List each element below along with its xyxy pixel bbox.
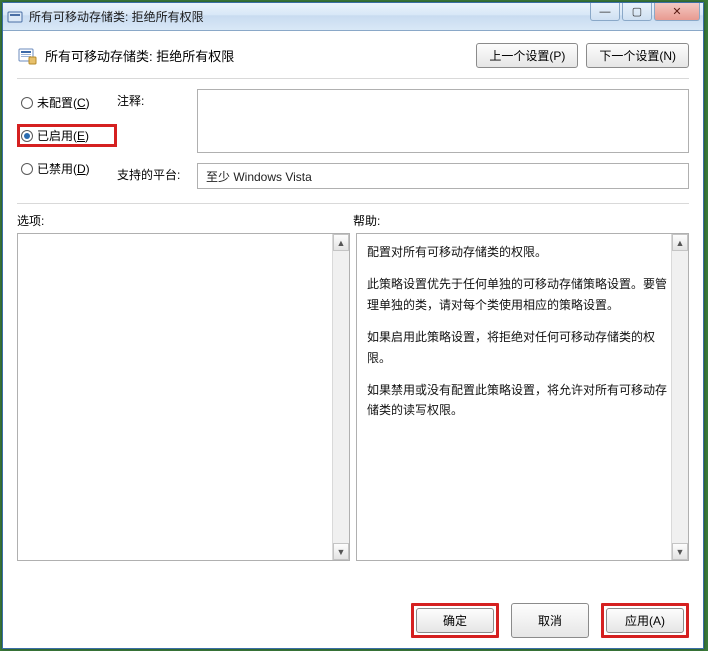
help-paragraph: 如果禁用或没有配置此策略设置，将允许对所有可移动存储类的读写权限。 — [367, 380, 667, 421]
divider — [17, 78, 689, 79]
options-content[interactable] — [18, 234, 332, 560]
scroll-down-icon[interactable]: ▼ — [672, 543, 688, 560]
radio-label: 已禁用(D) — [37, 160, 90, 177]
close-button[interactable]: ✕ — [654, 3, 700, 21]
options-label: 选项: — [17, 212, 353, 229]
maximize-button[interactable]: ▢ — [622, 3, 652, 21]
help-paragraph: 此策略设置优先于任何单独的可移动存储策略设置。要管理单独的类，请对每个类使用相应… — [367, 274, 667, 315]
help-content: 配置对所有可移动存储类的权限。 此策略设置优先于任何单独的可移动存储策略设置。要… — [357, 234, 671, 560]
policy-icon — [17, 46, 37, 66]
help-paragraph: 配置对所有可移动存储类的权限。 — [367, 242, 667, 262]
window-title: 所有可移动存储类: 拒绝所有权限 — [29, 8, 204, 25]
radio-disabled[interactable]: 已禁用(D) — [17, 157, 117, 180]
scroll-down-icon[interactable]: ▼ — [333, 543, 349, 560]
platform-label: 支持的平台: — [117, 163, 187, 183]
header-row: 所有可移动存储类: 拒绝所有权限 上一个设置(P) 下一个设置(N) — [17, 43, 689, 68]
minimize-button[interactable]: — — [590, 3, 620, 21]
radio-dot-icon — [21, 97, 33, 109]
comment-textarea[interactable] — [197, 89, 689, 153]
footer-buttons: 确定 取消 应用(A) — [17, 593, 689, 638]
help-paragraph: 如果启用此策略设置，将拒绝对任何可移动存储类的权限。 — [367, 327, 667, 368]
config-row: 未配置(C) 已启用(E) 已禁用(D) — [17, 89, 689, 189]
radio-label: 未配置(C) — [37, 94, 90, 111]
ok-highlight: 确定 — [411, 603, 499, 638]
panel-labels: 选项: 帮助: — [17, 212, 689, 229]
radio-dot-icon — [21, 130, 33, 142]
help-scrollbar[interactable]: ▲ ▼ — [671, 234, 688, 560]
content-area: 所有可移动存储类: 拒绝所有权限 上一个设置(P) 下一个设置(N) 未配置(C… — [3, 31, 703, 648]
divider — [17, 203, 689, 204]
comment-label: 注释: — [117, 89, 187, 109]
radio-label: 已启用(E) — [37, 127, 89, 144]
options-panel: ▲ ▼ — [17, 233, 350, 561]
supported-platform-field: 至少 Windows Vista — [197, 163, 689, 189]
app-icon — [7, 9, 23, 25]
options-scrollbar[interactable]: ▲ ▼ — [332, 234, 349, 560]
radio-enabled[interactable]: 已启用(E) — [17, 124, 117, 147]
fields-column: 注释: 支持的平台: 至少 Windows Vista — [117, 89, 689, 189]
apply-button[interactable]: 应用(A) — [606, 608, 684, 633]
next-setting-button[interactable]: 下一个设置(N) — [586, 43, 689, 68]
comment-row: 注释: — [117, 89, 689, 153]
platform-value: 至少 Windows Vista — [206, 168, 312, 185]
radio-not-configured[interactable]: 未配置(C) — [17, 91, 117, 114]
panels-row: ▲ ▼ 配置对所有可移动存储类的权限。 此策略设置优先于任何单独的可移动存储策略… — [17, 233, 689, 561]
page-title: 所有可移动存储类: 拒绝所有权限 — [45, 46, 234, 65]
state-radio-group: 未配置(C) 已启用(E) 已禁用(D) — [17, 89, 117, 180]
help-label: 帮助: — [353, 212, 689, 229]
cancel-button[interactable]: 取消 — [511, 603, 589, 638]
apply-highlight: 应用(A) — [601, 603, 689, 638]
radio-dot-icon — [21, 163, 33, 175]
policy-editor-window: 所有可移动存储类: 拒绝所有权限 — ▢ ✕ 所有可移动存储类: 拒绝所有权限 … — [2, 2, 704, 649]
ok-button[interactable]: 确定 — [416, 608, 494, 633]
scroll-up-icon[interactable]: ▲ — [333, 234, 349, 251]
titlebar[interactable]: 所有可移动存储类: 拒绝所有权限 — ▢ ✕ — [3, 3, 703, 31]
window-controls: — ▢ ✕ — [590, 3, 700, 21]
help-panel: 配置对所有可移动存储类的权限。 此策略设置优先于任何单独的可移动存储策略设置。要… — [356, 233, 689, 561]
previous-setting-button[interactable]: 上一个设置(P) — [476, 43, 578, 68]
platform-row: 支持的平台: 至少 Windows Vista — [117, 163, 689, 189]
scroll-up-icon[interactable]: ▲ — [672, 234, 688, 251]
